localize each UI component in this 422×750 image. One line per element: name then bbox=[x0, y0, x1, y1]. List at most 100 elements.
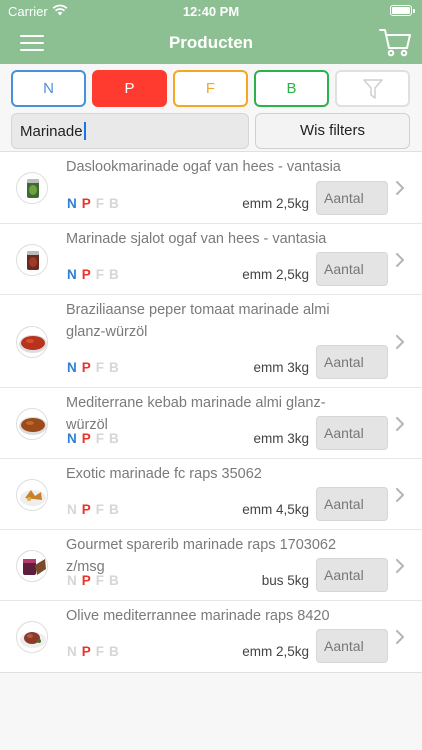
flag-n: N bbox=[67, 196, 77, 211]
product-unit: emm 3kg bbox=[253, 431, 309, 446]
quantity-input[interactable]: Aantal bbox=[316, 487, 388, 521]
product-thumbnail bbox=[16, 244, 48, 276]
quantity-placeholder: Aantal bbox=[324, 425, 364, 441]
filter-b-button[interactable]: B bbox=[254, 70, 329, 107]
product-unit: emm 2,5kg bbox=[242, 644, 309, 659]
nutrient-flags: NPFB bbox=[67, 431, 124, 446]
text-caret bbox=[83, 122, 86, 140]
nutrient-flags: NPFB bbox=[67, 196, 124, 211]
quantity-input[interactable]: Aantal bbox=[316, 252, 388, 286]
flag-b: B bbox=[109, 267, 119, 282]
flag-p: P bbox=[81, 502, 91, 517]
product-list: Daslookmarinade ogaf van hees - vantasia… bbox=[0, 152, 422, 673]
status-bar: Carrier 12:40 PM bbox=[0, 0, 422, 22]
flag-f: F bbox=[95, 360, 105, 375]
status-time: 12:40 PM bbox=[182, 4, 240, 19]
flag-b: B bbox=[109, 431, 119, 446]
product-name: Mediterrane kebab marinade almi glanz-wü… bbox=[66, 395, 326, 433]
flag-f: F bbox=[95, 502, 105, 517]
quantity-input[interactable]: Aantal bbox=[316, 416, 388, 450]
product-name: Olive mediterrannee marinade raps 8420 bbox=[66, 608, 330, 624]
flag-f: F bbox=[95, 573, 105, 588]
product-unit: emm 2,5kg bbox=[242, 196, 309, 211]
filter-p-button[interactable]: P bbox=[92, 70, 167, 107]
quantity-placeholder: Aantal bbox=[324, 496, 364, 512]
product-thumbnail bbox=[16, 479, 48, 511]
flag-n: N bbox=[67, 360, 77, 375]
filter-button[interactable] bbox=[335, 70, 410, 107]
search-value: Marinade bbox=[20, 123, 83, 140]
quantity-input[interactable]: Aantal bbox=[316, 181, 388, 215]
flag-p: P bbox=[81, 573, 91, 588]
product-name: Braziliaanse peper tomaat marinade almi … bbox=[66, 302, 330, 340]
product-row[interactable]: Daslookmarinade ogaf van hees - vantasia… bbox=[0, 152, 422, 224]
nutrient-flags: NPFB bbox=[67, 644, 124, 659]
battery-icon bbox=[390, 5, 415, 16]
search-input[interactable]: Marinade bbox=[11, 113, 249, 149]
product-unit: emm 4,5kg bbox=[242, 502, 309, 517]
flag-p: P bbox=[81, 431, 91, 446]
chevron-right-icon bbox=[396, 630, 404, 644]
product-unit: emm 2,5kg bbox=[242, 267, 309, 282]
chevron-right-icon bbox=[396, 559, 404, 573]
product-name: Marinade sjalot ogaf van hees - vantasia bbox=[66, 231, 327, 247]
flag-p: P bbox=[81, 267, 91, 282]
flag-b: B bbox=[109, 573, 119, 588]
product-row[interactable]: Marinade sjalot ogaf van hees - vantasia… bbox=[0, 224, 422, 295]
chevron-right-icon bbox=[396, 335, 404, 349]
quantity-input[interactable]: Aantal bbox=[316, 558, 388, 592]
flag-n: N bbox=[67, 502, 77, 517]
flag-b: B bbox=[109, 502, 119, 517]
flag-n: N bbox=[67, 644, 77, 659]
flag-f: F bbox=[95, 644, 105, 659]
product-row[interactable]: Gourmet sparerib marinade raps 1703062 z… bbox=[0, 530, 422, 601]
flag-b: B bbox=[109, 196, 119, 211]
flag-b: B bbox=[109, 360, 119, 375]
flag-f: F bbox=[95, 431, 105, 446]
quantity-placeholder: Aantal bbox=[324, 261, 364, 277]
product-row[interactable]: Mediterrane kebab marinade almi glanz-wü… bbox=[0, 388, 422, 459]
chevron-right-icon bbox=[396, 253, 404, 267]
clear-filters-button[interactable]: Wis filters bbox=[255, 113, 410, 149]
quantity-input[interactable]: Aantal bbox=[316, 629, 388, 663]
quantity-placeholder: Aantal bbox=[324, 638, 364, 654]
quantity-placeholder: Aantal bbox=[324, 190, 364, 206]
product-name: Gourmet sparerib marinade raps 1703062 z… bbox=[66, 537, 337, 575]
nutrient-flags: NPFB bbox=[67, 267, 124, 282]
chevron-right-icon bbox=[396, 417, 404, 431]
quantity-placeholder: Aantal bbox=[324, 354, 364, 370]
nav-bar: Producten bbox=[0, 22, 422, 64]
product-thumbnail bbox=[16, 550, 48, 582]
chevron-right-icon bbox=[396, 488, 404, 502]
filter-n-button[interactable]: N bbox=[11, 70, 86, 107]
product-row[interactable]: Olive mediterrannee marinade raps 8420 N P… bbox=[0, 601, 422, 672]
flag-n: N bbox=[67, 267, 77, 282]
product-unit: emm 3kg bbox=[253, 360, 309, 375]
flag-n: N bbox=[67, 573, 77, 588]
product-row[interactable]: Braziliaanse peper tomaat marinade almi … bbox=[0, 295, 422, 388]
funnel-icon bbox=[362, 79, 383, 99]
quantity-input[interactable]: Aantal bbox=[316, 345, 388, 379]
page-title: Producten bbox=[168, 33, 254, 52]
nutrient-flags: NPFB bbox=[67, 360, 124, 375]
product-row[interactable]: Exotic marinade fc raps 35062 N P F Bemm 4,5… bbox=[0, 459, 422, 530]
product-name: Exotic marinade fc raps 35062 bbox=[66, 466, 262, 482]
flag-n: N bbox=[67, 431, 77, 446]
product-unit: bus 5kg bbox=[261, 573, 309, 588]
product-thumbnail bbox=[16, 408, 48, 440]
flag-b: B bbox=[109, 644, 119, 659]
cart-icon[interactable] bbox=[378, 26, 412, 58]
flag-p: P bbox=[81, 196, 91, 211]
flag-f: F bbox=[95, 196, 105, 211]
flag-p: P bbox=[81, 644, 91, 659]
filter-panel: N P F B Marinade Wis filters bbox=[0, 64, 422, 152]
quantity-placeholder: Aantal bbox=[324, 567, 364, 583]
product-name: Daslookmarinade ogaf van hees - vantasia bbox=[66, 159, 341, 175]
filter-f-button[interactable]: F bbox=[173, 70, 248, 107]
product-thumbnail bbox=[16, 326, 48, 358]
flag-f: F bbox=[95, 267, 105, 282]
product-thumbnail bbox=[16, 621, 48, 653]
flag-p: P bbox=[81, 360, 91, 375]
product-thumbnail bbox=[16, 172, 48, 204]
chevron-right-icon bbox=[396, 181, 404, 195]
